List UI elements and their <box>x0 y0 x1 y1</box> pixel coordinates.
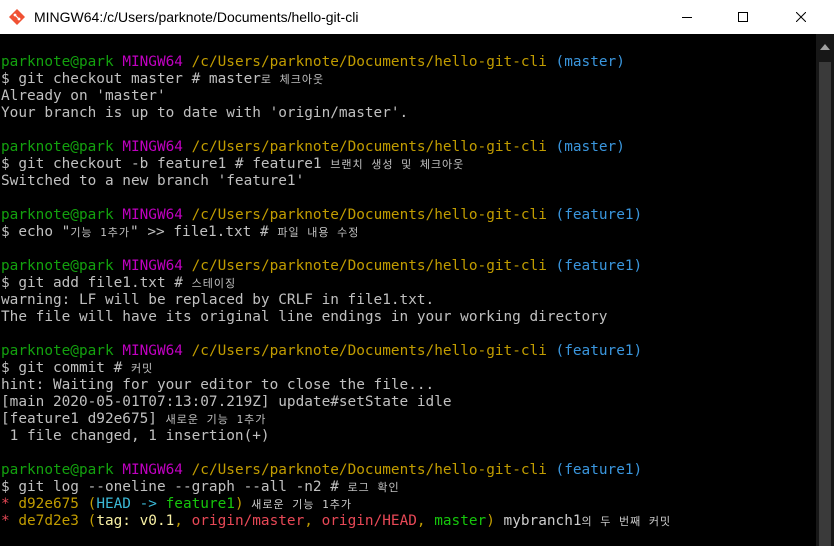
command-text: $ git log --oneline --graph --all -n2 # <box>1 479 348 495</box>
prompt-user: parknote@park <box>1 343 114 359</box>
ref-separator: , <box>304 513 322 529</box>
prompt-system: MINGW64 <box>122 462 183 478</box>
commit-message: mybranch1 <box>494 513 582 529</box>
ref-paren: ) <box>486 513 495 529</box>
tag-ref: tag: v0.1 <box>96 513 175 529</box>
prompt-path: /c/Users/parknote/Documents/hello-git-cl… <box>191 462 547 478</box>
vertical-scrollbar[interactable] <box>816 34 834 546</box>
command-line: $ echo "기능 1추가" >> file1.txt # 파일 내용 수정 <box>1 224 359 241</box>
command-comment: 스테이징 <box>191 277 237 290</box>
command-line: $ git checkout master # master로 체크아웃 <box>1 71 324 88</box>
prompt-path: /c/Users/parknote/Documents/hello-git-cl… <box>191 54 547 70</box>
prompt-branch: (feature1) <box>555 462 643 478</box>
prompt-line: parknote@park MINGW64 /c/Users/parknote/… <box>1 139 625 156</box>
command-comment: 커밋 <box>130 362 154 375</box>
prompt-branch: (master) <box>555 54 625 70</box>
log-line: * de7d2e3 (tag: v0.1, origin/master, ori… <box>1 513 671 530</box>
log-line: * d92e675 (HEAD -> feature1) 새로운 기능 1추가 <box>1 496 352 513</box>
title-bar[interactable]: MINGW64:/c/Users/parknote/Documents/hell… <box>0 0 834 34</box>
minimize-icon <box>682 17 692 18</box>
commit-hash: de7d2e3 <box>18 513 79 529</box>
output-line: Your branch is up to date with 'origin/m… <box>1 105 409 121</box>
prompt-user: parknote@park <box>1 54 114 70</box>
prompt-user: parknote@park <box>1 207 114 223</box>
command-comment: 로그 확인 <box>347 481 400 494</box>
commit-message-kr: 의 두 번째 커밋 <box>581 515 672 528</box>
remote-ref: origin/master <box>191 513 305 529</box>
ref-paren: ( <box>78 496 97 512</box>
prompt-line: parknote@park MINGW64 /c/Users/parknote/… <box>1 207 642 224</box>
output-line: warning: LF will be replaced by CRLF in … <box>1 292 435 308</box>
output-line: hint: Waiting for your editor to close t… <box>1 377 435 393</box>
command-string: 기능 1추가 <box>70 226 131 239</box>
prompt-branch: (master) <box>555 139 625 155</box>
prompt-system: MINGW64 <box>122 207 183 223</box>
prompt-system: MINGW64 <box>122 54 183 70</box>
ref-separator: , <box>174 513 192 529</box>
prompt-user: parknote@park <box>1 462 114 478</box>
branch-ref: feature1 <box>165 496 235 512</box>
prompt-path: /c/Users/parknote/Documents/hello-git-cl… <box>191 258 547 274</box>
window-title: MINGW64:/c/Users/parknote/Documents/hell… <box>34 9 359 25</box>
maximize-button[interactable] <box>720 0 766 34</box>
prompt-line: parknote@park MINGW64 /c/Users/parknote/… <box>1 54 625 71</box>
close-icon <box>796 12 806 22</box>
commit-hash: d92e675 <box>18 496 79 512</box>
command-text: $ echo " <box>1 224 71 240</box>
prompt-system: MINGW64 <box>122 258 183 274</box>
command-text: $ git checkout -b feature1 # feature1 <box>1 156 331 172</box>
prompt-user: parknote@park <box>1 258 114 274</box>
prompt-line: parknote@park MINGW64 /c/Users/parknote/… <box>1 258 642 275</box>
prompt-branch: (feature1) <box>555 207 643 223</box>
prompt-system: MINGW64 <box>122 139 183 155</box>
branch-ref: master <box>434 513 487 529</box>
command-line: $ git log --oneline --graph --all -n2 # … <box>1 479 400 496</box>
command-comment: 파일 내용 수정 <box>277 226 360 239</box>
command-line: $ git commit # 커밋 <box>1 360 153 377</box>
graph-star: * <box>1 513 19 529</box>
prompt-system: MINGW64 <box>122 343 183 359</box>
command-text: $ git checkout master # master <box>1 71 261 87</box>
output-line: [main 2020-05-01T07:13:07.219Z] update#s… <box>1 394 452 410</box>
prompt-path: /c/Users/parknote/Documents/hello-git-cl… <box>191 139 547 155</box>
output-line: Switched to a new branch 'feature1' <box>1 173 305 189</box>
command-comment: 브랜치 생성 및 체크아웃 <box>330 158 465 171</box>
maximize-icon <box>738 12 748 22</box>
prompt-branch: (feature1) <box>555 343 643 359</box>
chevron-up-icon[interactable] <box>820 42 830 52</box>
command-comment: 로 체크아웃 <box>260 73 325 86</box>
ref-separator: , <box>416 513 435 529</box>
head-ref: HEAD -> <box>96 496 166 512</box>
output-line: The file will have its original line end… <box>1 309 608 325</box>
close-button[interactable] <box>778 0 824 34</box>
prompt-line: parknote@park MINGW64 /c/Users/parknote/… <box>1 462 642 479</box>
output-line: 1 file changed, 1 insertion(+) <box>1 428 270 444</box>
command-text: $ git commit # <box>1 360 131 376</box>
output-line: Already on 'master' <box>1 88 166 104</box>
scroll-thumb[interactable] <box>819 62 831 546</box>
minimize-button[interactable] <box>664 0 710 34</box>
command-text: $ git add file1.txt # <box>1 275 192 291</box>
commit-message: 새로운 기능 1추가 <box>243 498 352 511</box>
commit-line: [feature1 d92e675] 새로운 기능 1추가 <box>1 411 266 428</box>
ref-paren: ( <box>78 513 97 529</box>
remote-ref: origin/HEAD <box>321 513 417 529</box>
git-bash-icon <box>9 9 25 25</box>
graph-star: * <box>1 496 19 512</box>
prompt-line: parknote@park MINGW64 /c/Users/parknote/… <box>1 343 642 360</box>
command-line: $ git add file1.txt # 스테이징 <box>1 275 236 292</box>
ref-paren: ) <box>234 496 244 512</box>
prompt-branch: (feature1) <box>555 258 643 274</box>
commit-ref: [feature1 d92e675] <box>1 411 166 427</box>
commit-message: 새로운 기능 1추가 <box>165 413 267 426</box>
terminal-output[interactable]: parknote@park MINGW64 /c/Users/parknote/… <box>0 34 816 546</box>
prompt-user: parknote@park <box>1 139 114 155</box>
command-text: " >> file1.txt # <box>130 224 278 240</box>
prompt-path: /c/Users/parknote/Documents/hello-git-cl… <box>191 343 547 359</box>
command-line: $ git checkout -b feature1 # feature1 브랜… <box>1 156 464 173</box>
prompt-path: /c/Users/parknote/Documents/hello-git-cl… <box>191 207 547 223</box>
